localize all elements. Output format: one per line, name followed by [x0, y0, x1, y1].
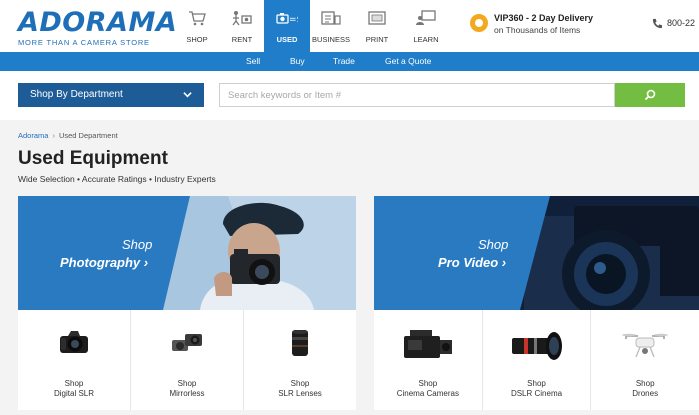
- search-icon: [644, 89, 656, 101]
- dslr-camera-icon: [60, 331, 88, 353]
- tile-category-label: Drones: [632, 389, 659, 398]
- tile-shop-text: Shop: [177, 379, 197, 388]
- hero-shop-text: Shop: [478, 237, 509, 252]
- subnav-get-quote[interactable]: Get a Quote: [385, 56, 431, 66]
- pro-video-card: Shop Pro Video › Shop Cinema Cameras Sho…: [374, 196, 699, 410]
- nav-label: LEARN: [413, 35, 439, 44]
- tile-shop-text: Shop: [527, 379, 546, 388]
- tile-digital-slr[interactable]: Shop Digital SLR: [18, 310, 131, 410]
- nav-business[interactable]: BUSINESS: [309, 0, 353, 52]
- nav-label: SHOP: [186, 35, 208, 44]
- learn-icon: [416, 10, 436, 25]
- nav-label: RENT: [231, 35, 253, 44]
- tile-category-label: Cinema Cameras: [396, 389, 459, 398]
- svg-text:=$: =$: [289, 15, 298, 25]
- adorama-logo[interactable]: ADORAMA MORE THAN A CAMERA STORE: [18, 7, 178, 48]
- nav-learn[interactable]: LEARN: [403, 0, 449, 52]
- phone-icon: [652, 19, 663, 29]
- tile-shop-text: Shop: [418, 379, 438, 388]
- promo-title: VIP360 - 2 Day Delivery: [494, 13, 594, 23]
- photography-tiles: Shop Digital SLR Shop Mirrorless Shop SL…: [18, 310, 356, 410]
- tile-category-label: Digital SLR: [53, 389, 94, 398]
- tile-dslr-cinema[interactable]: Shop DSLR Cinema: [483, 310, 592, 410]
- nav-shop[interactable]: SHOP: [174, 0, 220, 52]
- tile-mirrorless[interactable]: Shop Mirrorless: [131, 310, 244, 410]
- breadcrumb-current: Used Department: [58, 131, 118, 140]
- subnav-buy[interactable]: Buy: [290, 56, 305, 66]
- phone-contact[interactable]: 800-22: [652, 18, 695, 29]
- vip-badge-icon: [470, 14, 488, 32]
- pro-video-hero-banner[interactable]: Shop Pro Video ›: [374, 196, 699, 310]
- breadcrumb-separator: ›: [52, 131, 55, 140]
- tile-category-label: Mirrorless: [169, 389, 205, 398]
- mirrorless-camera-icon: [172, 334, 202, 351]
- rent-icon: [232, 11, 252, 26]
- nav-rent[interactable]: RENT: [219, 0, 265, 52]
- chevron-down-icon: [183, 92, 192, 98]
- breadcrumb: Adorama › Used Department: [18, 131, 118, 140]
- drone-icon: [622, 333, 669, 358]
- cinema-camera-icon: [403, 330, 452, 358]
- subnav-sell[interactable]: Sell: [246, 56, 260, 66]
- tile-category-label: DSLR Cinema: [510, 389, 563, 398]
- tile-category-label: SLR Lenses: [278, 389, 322, 398]
- video-camera-hero-image: [374, 196, 699, 310]
- nav-label: USED: [276, 35, 298, 44]
- pro-video-tiles: Shop Cinema Cameras Shop DSLR Cinema Sho…: [374, 310, 699, 410]
- photography-card: Shop Photography › Shop Digital SLR Shop…: [18, 196, 356, 410]
- search-input[interactable]: [219, 83, 615, 107]
- tile-slr-lenses[interactable]: Shop SLR Lenses: [244, 310, 356, 410]
- hero-shop-text: Shop: [122, 237, 153, 252]
- tile-shop-text: Shop: [635, 379, 655, 388]
- subnav-trade[interactable]: Trade: [333, 56, 355, 66]
- hero-category-link[interactable]: Photography ›: [60, 255, 148, 270]
- cart-icon: [189, 11, 206, 26]
- department-label: Shop By Department: [30, 89, 123, 100]
- phone-number: 800-22: [667, 18, 696, 28]
- tile-shop-text: Shop: [64, 379, 84, 388]
- logo-tagline: MORE THAN A CAMERA STORE: [18, 38, 150, 47]
- nav-used[interactable]: =$ USED: [264, 0, 310, 52]
- page-subtitle: Wide Selection • Accurate Ratings • Indu…: [18, 174, 216, 184]
- search-bar-row: Shop By Department: [0, 71, 699, 120]
- business-icon: [321, 11, 341, 25]
- top-header: ADORAMA MORE THAN A CAMERA STORE SHOP RE…: [0, 0, 699, 52]
- tile-cinema-cameras[interactable]: Shop Cinema Cameras: [374, 310, 483, 410]
- tile-drones[interactable]: Shop Drones: [591, 310, 699, 410]
- logo-wordmark: ADORAMA: [18, 7, 178, 38]
- used-camera-icon: =$: [276, 13, 298, 25]
- tile-shop-text: Shop: [290, 379, 310, 388]
- nav-print[interactable]: PRINT: [354, 0, 400, 52]
- search-button[interactable]: [615, 83, 685, 107]
- photography-hero-banner[interactable]: Shop Photography ›: [18, 196, 356, 310]
- lens-icon: [292, 330, 308, 356]
- hero-category-link[interactable]: Pro Video ›: [438, 255, 506, 270]
- shop-by-department-dropdown[interactable]: Shop By Department: [18, 83, 204, 107]
- breadcrumb-home[interactable]: Adorama: [18, 131, 48, 140]
- cinema-lens-icon: [511, 332, 562, 360]
- promo-subtitle: on Thousands of Items: [494, 25, 581, 35]
- nav-label: PRINT: [365, 35, 389, 44]
- nav-label: BUSINESS: [312, 35, 350, 44]
- print-icon: [368, 11, 386, 25]
- used-subnav: Sell Buy Trade Get a Quote: [0, 52, 699, 71]
- page-title: Used Equipment: [18, 148, 168, 169]
- photographer-hero-image: [18, 196, 356, 310]
